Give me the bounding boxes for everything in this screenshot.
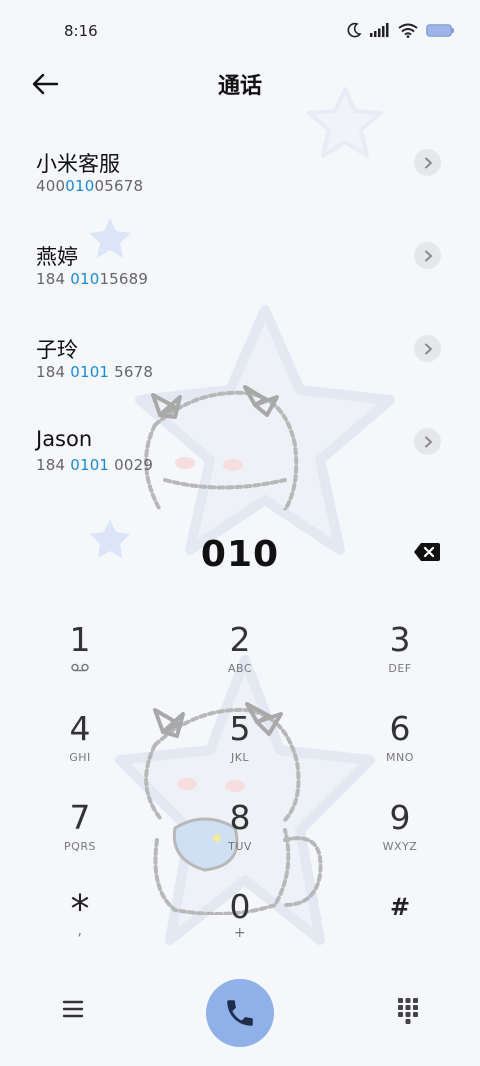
key-letters: PQRS xyxy=(64,840,96,853)
contact-name: 子玲 xyxy=(36,338,78,362)
voicemail-icon xyxy=(20,662,140,675)
key-9[interactable]: 9 WXYZ xyxy=(340,798,460,878)
chevron-right-icon[interactable] xyxy=(414,428,441,455)
contact-result-item[interactable]: 燕婷 184 01015689 xyxy=(0,223,480,316)
chevron-right-icon[interactable] xyxy=(414,149,441,176)
contact-name: 小米客服 xyxy=(36,152,120,176)
status-bar: 8:16 xyxy=(0,0,480,62)
key-4[interactable]: 4 GHI xyxy=(20,709,140,789)
contact-number: 184 0101 0029 xyxy=(36,456,153,474)
contact-result-item[interactable]: 小米客服 40001005678 xyxy=(0,130,480,223)
key-letters: , xyxy=(77,923,83,939)
number-suffix: 05678 xyxy=(94,177,144,195)
page-title: 通话 xyxy=(217,74,262,99)
key-0[interactable]: 0 + xyxy=(180,887,300,967)
key-letters: MNO xyxy=(386,751,414,764)
call-button[interactable] xyxy=(206,979,274,1047)
key-letters: GHI xyxy=(69,751,91,764)
key-digit: 0 xyxy=(229,887,251,926)
number-match-highlight: 010 xyxy=(65,177,95,195)
number-prefix: 184 xyxy=(36,456,71,474)
dialed-digits[interactable]: 010 xyxy=(0,534,480,575)
chevron-right-icon[interactable] xyxy=(414,335,441,362)
key-7[interactable]: 7 PQRS xyxy=(20,798,140,878)
wifi-icon xyxy=(398,23,418,38)
key-digit: 4 xyxy=(69,709,91,748)
key-digit: 1 xyxy=(69,620,91,659)
number-prefix: 184 xyxy=(36,363,71,381)
contact-result-item[interactable]: 子玲 184 0101 5678 xyxy=(0,316,480,409)
key-digit: 3 xyxy=(389,620,411,659)
status-time: 8:16 xyxy=(64,22,98,40)
chevron-right-icon[interactable] xyxy=(414,242,441,269)
key-digit: 9 xyxy=(389,798,411,837)
key-digit: 5 xyxy=(229,709,251,748)
key-digit: # xyxy=(389,893,411,921)
number-suffix: 5678 xyxy=(109,363,154,381)
number-match-highlight: 010 xyxy=(70,270,100,288)
key-letters: TUV xyxy=(228,840,252,853)
key-letters: DEF xyxy=(388,662,412,675)
contact-result-item[interactable]: Jason 184 0101 0029 xyxy=(0,409,480,502)
key-8[interactable]: 8 TUV xyxy=(180,798,300,878)
contact-results-list: 小米客服 40001005678 燕婷 184 01015689 子玲 184 … xyxy=(0,130,480,502)
contact-name: Jason xyxy=(36,427,93,451)
dialed-number-display: 010 xyxy=(0,530,480,580)
bottom-action-bar xyxy=(0,975,480,1050)
key-star[interactable]: * , xyxy=(20,887,140,967)
key-1[interactable]: 1 xyxy=(20,620,140,700)
number-suffix: 15689 xyxy=(99,270,149,288)
phone-icon xyxy=(227,1000,253,1026)
menu-icon[interactable] xyxy=(60,997,86,1021)
contact-number: 184 01015689 xyxy=(36,270,148,288)
number-prefix: 400 xyxy=(36,177,66,195)
key-hash[interactable]: # xyxy=(340,887,460,967)
key-6[interactable]: 6 MNO xyxy=(340,709,460,789)
key-letters: + xyxy=(233,925,247,941)
contact-number: 40001005678 xyxy=(36,177,143,195)
number-match-highlight: 0101 xyxy=(70,456,110,474)
contact-number: 184 0101 5678 xyxy=(36,363,153,381)
key-digit: 6 xyxy=(389,709,411,748)
key-2[interactable]: 2 ABC xyxy=(180,620,300,700)
number-prefix: 184 xyxy=(36,270,71,288)
dialpad-icon[interactable] xyxy=(396,995,420,1025)
key-letters: JKL xyxy=(230,751,250,764)
number-match-highlight: 0101 xyxy=(70,363,110,381)
signal-icon xyxy=(370,23,389,37)
key-3[interactable]: 3 DEF xyxy=(340,620,460,700)
key-digit: 2 xyxy=(229,620,251,659)
key-letters: WXYZ xyxy=(382,840,418,853)
number-suffix: 0029 xyxy=(109,456,154,474)
backspace-icon[interactable] xyxy=(413,542,441,562)
key-digit: 7 xyxy=(69,798,91,837)
key-5[interactable]: 5 JKL xyxy=(180,709,300,789)
key-letters: ABC xyxy=(227,662,253,675)
status-icons xyxy=(346,22,454,38)
header: 通话 xyxy=(0,62,480,106)
key-digit: 8 xyxy=(229,798,251,837)
battery-icon xyxy=(426,23,454,37)
contact-name: 燕婷 xyxy=(36,245,78,269)
moon-icon xyxy=(347,22,362,38)
